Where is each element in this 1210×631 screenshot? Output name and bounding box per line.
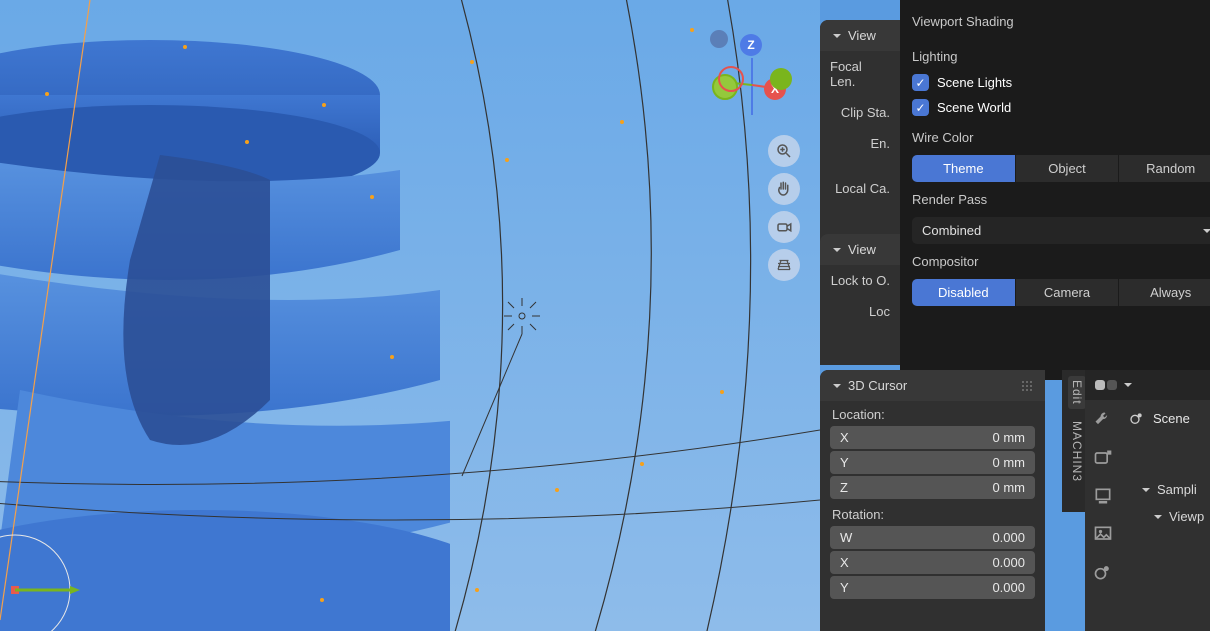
render-pass-value: Combined	[922, 223, 981, 238]
display-mode-icon	[1095, 378, 1117, 392]
wireframe-overlay	[0, 0, 820, 631]
axis-y[interactable]	[770, 68, 792, 90]
camera-view-button[interactable]	[768, 211, 800, 243]
view-panel-title: View	[848, 28, 876, 43]
cursor-panel: 3D Cursor Location: X 0 mm Y 0 mm Z 0 mm…	[820, 370, 1045, 631]
n-panel-tabs[interactable]: Edit MACHIN3	[1062, 370, 1086, 512]
pan-button[interactable]	[768, 173, 800, 205]
rotation-label: Rotation:	[820, 501, 1045, 524]
wire-color-label: Wire Color	[912, 120, 1210, 151]
orientation-gizmo[interactable]: Z X	[710, 30, 800, 120]
lighting-label: Lighting	[912, 39, 1210, 70]
scene-world-checkbox[interactable]: ✓ Scene World	[912, 95, 1210, 120]
wire-color-random[interactable]: Random	[1119, 155, 1210, 182]
scene-selector[interactable]: Scene	[1119, 400, 1210, 436]
grip-icon[interactable]	[1021, 380, 1033, 392]
local-camera-label: Local Ca.	[820, 173, 900, 204]
cursor-rot-x[interactable]: X 0.000	[830, 551, 1035, 574]
wire-color-object[interactable]: Object	[1016, 155, 1120, 182]
cursor-rot-y[interactable]: Y 0.000	[830, 576, 1035, 599]
cursor-panel-title: 3D Cursor	[848, 378, 907, 393]
view-panel-header[interactable]: View	[820, 20, 900, 51]
focal-length-label: Focal Len.	[820, 51, 900, 97]
scene-lights-checkbox[interactable]: ✓ Scene Lights	[912, 70, 1210, 95]
output-icon[interactable]	[1093, 486, 1113, 506]
compositor-camera[interactable]: Camera	[1016, 279, 1120, 306]
properties-header[interactable]	[1085, 370, 1210, 400]
scene-icon	[1129, 410, 1145, 426]
wire-color-theme[interactable]: Theme	[912, 155, 1016, 182]
view-panel-header-2[interactable]: View	[820, 234, 900, 265]
tool-icon[interactable]	[1093, 410, 1113, 430]
render-pass-label: Render Pass	[912, 182, 1210, 213]
ortho-toggle-button[interactable]	[768, 249, 800, 281]
cursor-loc-x[interactable]: X 0 mm	[830, 426, 1035, 449]
properties-panel: Scene Sampli Viewp	[1085, 370, 1210, 631]
scene-lights-label: Scene Lights	[937, 75, 1012, 90]
image-icon[interactable]	[1093, 524, 1113, 544]
view-panel-title-2: View	[848, 242, 876, 257]
cursor-panel-header[interactable]: 3D Cursor	[820, 370, 1045, 401]
render-pass-select[interactable]: Combined	[912, 217, 1210, 244]
compositor-segmented: Disabled Camera Always	[912, 279, 1210, 306]
compositor-always[interactable]: Always	[1119, 279, 1210, 306]
cursor-loc-z[interactable]: Z 0 mm	[830, 476, 1035, 499]
chevron-down-icon	[832, 381, 842, 391]
clip-start-label: Clip Sta.	[820, 97, 900, 128]
scene-name: Scene	[1153, 411, 1190, 426]
lock-rotation-label: Loc	[820, 296, 900, 327]
chevron-down-icon	[1202, 226, 1210, 236]
sampling-label: Sampli	[1157, 482, 1197, 497]
viewport-sampling-section[interactable]: Viewp	[1119, 503, 1210, 530]
scene-icon[interactable]	[1093, 562, 1113, 582]
check-icon: ✓	[912, 74, 929, 91]
viewport-sampling-label: Viewp	[1169, 509, 1204, 524]
chevron-down-icon	[1153, 512, 1163, 522]
chevron-down-icon	[1123, 380, 1133, 390]
cursor-loc-y[interactable]: Y 0 mm	[830, 451, 1035, 474]
sampling-section[interactable]: Sampli	[1119, 476, 1210, 503]
location-label: Location:	[820, 401, 1045, 424]
lock-to-object-label: Lock to O.	[820, 265, 900, 296]
check-icon: ✓	[912, 99, 929, 116]
view-panel: View Focal Len. Clip Sta. En. Local Ca. …	[820, 20, 900, 365]
wire-color-segmented: Theme Object Random	[912, 155, 1210, 182]
shading-title: Viewport Shading	[912, 10, 1210, 39]
compositor-disabled[interactable]: Disabled	[912, 279, 1016, 306]
zoom-button[interactable]	[768, 135, 800, 167]
compositor-label: Compositor	[912, 244, 1210, 275]
cursor-rot-w[interactable]: W 0.000	[830, 526, 1035, 549]
viewport-shading-popover: Viewport Shading Lighting ✓ Scene Lights…	[900, 0, 1210, 380]
render-icon[interactable]	[1093, 448, 1113, 468]
axis-neg-x[interactable]	[718, 66, 744, 92]
chevron-down-icon	[1141, 485, 1151, 495]
clip-end-label: En.	[820, 128, 900, 159]
viewport-3d[interactable]: Z X	[0, 0, 820, 631]
axis-z[interactable]: Z	[740, 34, 762, 56]
scene-world-label: Scene World	[937, 100, 1011, 115]
